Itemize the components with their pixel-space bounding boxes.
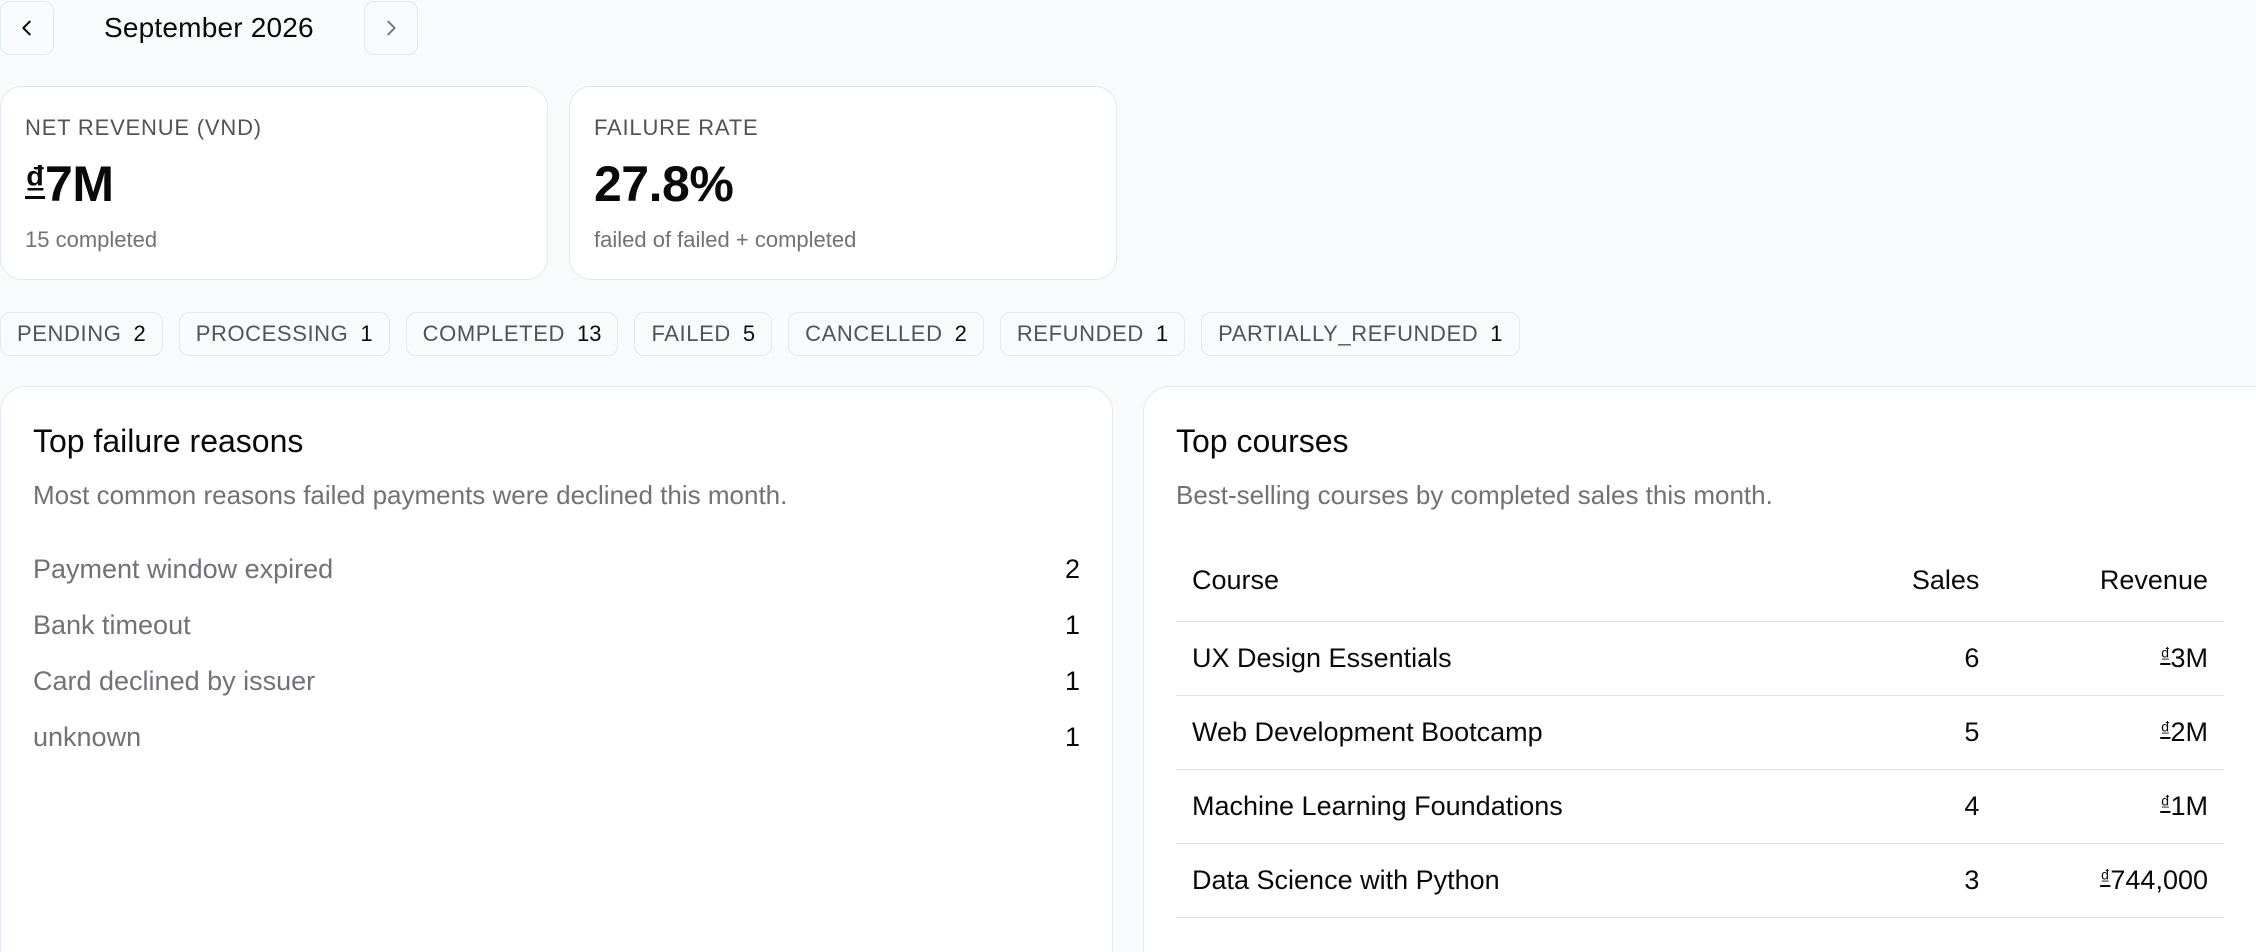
chevron-left-icon	[22, 20, 31, 36]
status-chip-count: 5	[742, 321, 756, 346]
top-courses-table: Course Sales Revenue UX Design Essential…	[1176, 541, 2224, 918]
failure-rate-label: FAILURE RATE	[594, 115, 759, 140]
failure-reasons-list: Payment window expired 2 Bank timeout 1 …	[33, 541, 1080, 765]
status-chip-count: 13	[576, 321, 602, 346]
status-chip-cancelled[interactable]: CANCELLED 2	[788, 312, 984, 356]
course-sales: 4	[1833, 769, 1996, 844]
payments-dashboard: September 2026 NET REVENUE (VND) ₫7M 15 …	[0, 0, 2256, 952]
panel-description: Most common reasons failed payments were…	[33, 480, 788, 510]
reason-count: 1	[1064, 609, 1080, 640]
reason-label: Payment window expired	[33, 553, 334, 584]
panel-title: Top failure reasons	[33, 423, 304, 459]
status-chip-label: CANCELLED	[805, 321, 943, 346]
reason-count: 1	[1064, 721, 1080, 752]
course-revenue: ₫2M	[1995, 695, 2224, 770]
list-item: Payment window expired 2	[33, 541, 1080, 597]
failure-reasons-panel: Top failure reasons Most common reasons …	[0, 386, 1113, 952]
net-revenue-value: ₫7M	[25, 155, 523, 213]
chevron-right-icon	[387, 20, 396, 36]
status-chip-pending[interactable]: PENDING 2	[0, 312, 163, 356]
next-month-button[interactable]	[363, 1, 418, 55]
list-item: unknown 1	[33, 709, 1080, 765]
column-header-sales: Sales	[1833, 541, 1996, 622]
status-chip-label: PARTIALLY_REFUNDED	[1218, 321, 1479, 346]
status-chip-label: COMPLETED	[422, 321, 565, 346]
column-header-revenue: Revenue	[1995, 541, 2224, 622]
reason-count: 1	[1064, 665, 1080, 696]
status-chip-count: 1	[1155, 321, 1169, 346]
list-item: Card declined by issuer 1	[33, 653, 1080, 709]
revenue-amount: 1M	[2170, 790, 2208, 821]
course-revenue: ₫1M	[1995, 769, 2224, 844]
course-name: Web Development Bootcamp	[1176, 695, 1834, 770]
previous-month-button[interactable]	[0, 1, 54, 55]
status-chip-count: 2	[133, 321, 146, 346]
failure-rate-subtext: failed of failed + completed	[594, 227, 857, 252]
revenue-amount: 2M	[2170, 716, 2208, 747]
status-chips: PENDING 2 PROCESSING 1 COMPLETED 13 FAIL…	[0, 312, 1520, 356]
course-sales: 6	[1833, 621, 1996, 696]
revenue-amount: 744,000	[2110, 864, 2208, 895]
net-revenue-card: NET REVENUE (VND) ₫7M 15 completed	[0, 86, 548, 280]
reason-label: unknown	[33, 721, 142, 752]
status-chip-refunded[interactable]: REFUNDED 1	[999, 312, 1186, 356]
status-chip-partially-refunded[interactable]: PARTIALLY_REFUNDED 1	[1201, 312, 1520, 356]
table-row: Data Science with Python 3 ₫744,000	[1176, 843, 2224, 918]
list-item: Bank timeout 1	[33, 597, 1080, 653]
net-revenue-subtext: 15 completed	[25, 227, 158, 252]
table-row: UX Design Essentials 6 ₫3M	[1176, 621, 2224, 696]
table-row: Web Development Bootcamp 5 ₫2M	[1176, 695, 2224, 770]
failure-rate-value: 27.8%	[594, 156, 734, 212]
net-revenue-label: NET REVENUE (VND)	[25, 115, 262, 140]
currency-symbol: ₫	[2100, 866, 2111, 889]
status-chip-count: 1	[1490, 321, 1503, 346]
month-navigation: September 2026	[0, 0, 418, 56]
status-chip-label: PENDING	[17, 321, 122, 346]
course-sales: 5	[1833, 695, 1996, 770]
currency-symbol: ₫	[2160, 718, 2171, 741]
net-revenue-amount: 7M	[45, 156, 114, 212]
currency-symbol: ₫	[2160, 644, 2171, 667]
panel-title: Top courses	[1176, 423, 1349, 459]
failure-rate-card: FAILURE RATE 27.8% failed of failed + co…	[569, 86, 1117, 280]
currency-symbol: ₫	[25, 159, 46, 203]
status-chip-failed[interactable]: FAILED 5	[634, 312, 773, 356]
course-name: Machine Learning Foundations	[1176, 769, 1834, 844]
reason-count: 2	[1064, 553, 1080, 584]
status-chip-label: PROCESSING	[195, 321, 349, 346]
status-chip-count: 1	[360, 321, 373, 346]
course-revenue: ₫3M	[1995, 621, 2224, 696]
column-header-course: Course	[1176, 541, 1834, 622]
status-chip-processing[interactable]: PROCESSING 1	[178, 312, 390, 356]
top-courses-panel: Top courses Best-selling courses by comp…	[1143, 386, 2256, 952]
table-row: Machine Learning Foundations 4 ₫1M	[1176, 769, 2224, 844]
course-sales: 3	[1833, 843, 1996, 918]
month-title: September 2026	[104, 12, 314, 43]
currency-symbol: ₫	[2160, 792, 2171, 815]
status-chip-count: 2	[954, 321, 967, 346]
course-name: UX Design Essentials	[1176, 621, 1834, 696]
status-chip-completed[interactable]: COMPLETED 13	[405, 312, 619, 356]
panel-description: Best-selling courses by completed sales …	[1176, 480, 1773, 510]
reason-label: Bank timeout	[33, 609, 191, 640]
course-revenue: ₫744,000	[1995, 843, 2224, 918]
status-chip-label: REFUNDED	[1016, 321, 1144, 346]
status-chip-label: FAILED	[651, 321, 731, 346]
table-header-row: Course Sales Revenue	[1176, 541, 2224, 622]
reason-label: Card declined by issuer	[33, 665, 316, 696]
revenue-amount: 3M	[2170, 642, 2208, 673]
course-name: Data Science with Python	[1176, 843, 1834, 918]
